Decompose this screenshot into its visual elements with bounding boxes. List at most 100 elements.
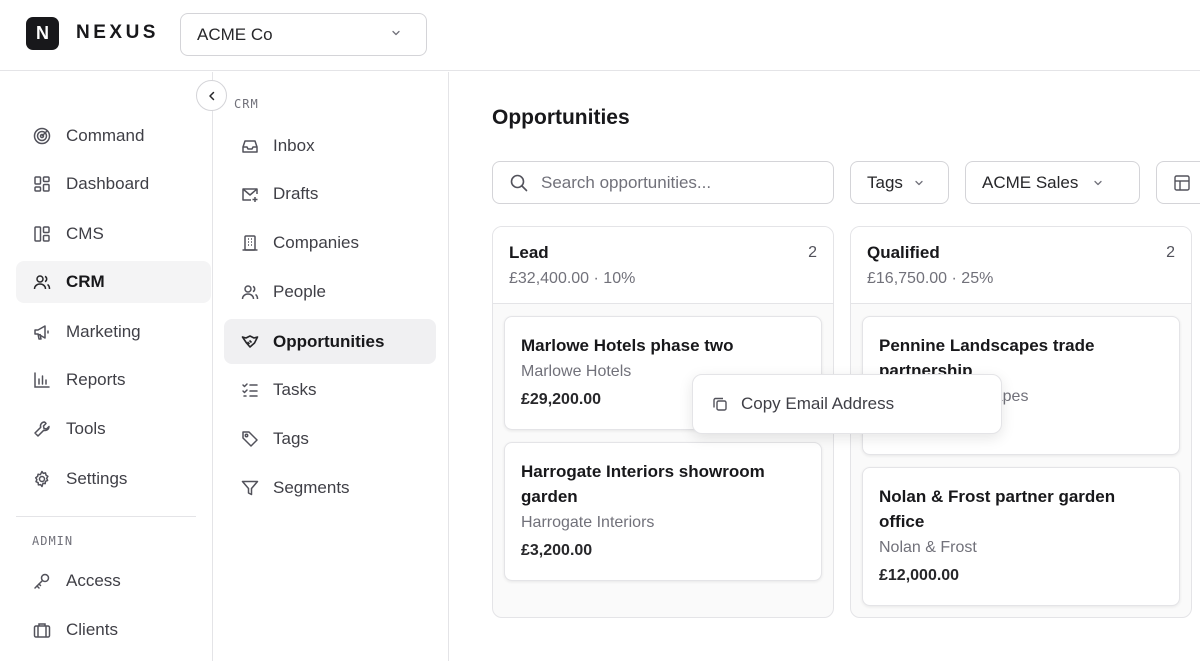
key-icon xyxy=(32,571,52,591)
crm-section-label: CRM xyxy=(234,97,259,111)
view-toggle-button[interactable] xyxy=(1156,161,1200,204)
brand-name: NEXUS xyxy=(76,22,159,43)
sidebar-item-settings[interactable]: Settings xyxy=(16,458,211,500)
sidebar-item-label: Reports xyxy=(66,370,126,389)
tags-filter-label: Tags xyxy=(867,172,903,192)
sidebar-item-reports[interactable]: Reports xyxy=(16,359,211,401)
opportunity-card[interactable]: Nolan & Frost partner garden office Nola… xyxy=(862,467,1180,606)
chevron-down-icon xyxy=(390,27,402,39)
subnav-item-segments[interactable]: Segments xyxy=(224,465,436,510)
sidebar-item-label: CRM xyxy=(66,272,105,291)
sidebar-divider xyxy=(16,516,196,517)
main-sidebar: Command Dashboard CMS CRM Marketing Repo… xyxy=(0,72,213,661)
card-company: Harrogate Interiors xyxy=(521,514,655,531)
layout-panels-icon xyxy=(32,224,52,244)
subnav-item-companies[interactable]: Companies xyxy=(224,220,436,265)
column-summary: £32,400.00 · 10% xyxy=(509,270,636,287)
sidebar-item-label: Tools xyxy=(66,419,106,438)
sidebar-item-label: Command xyxy=(66,126,145,145)
chevron-down-icon xyxy=(1092,177,1104,189)
card-amount: £3,200.00 xyxy=(521,542,593,559)
subnav-item-label: Companies xyxy=(273,232,359,252)
gear-icon xyxy=(32,469,52,489)
users-icon xyxy=(240,282,260,302)
sidebar-item-crm[interactable]: CRM xyxy=(16,261,211,303)
menu-item-label: Copy Email Address xyxy=(741,394,895,413)
search-box xyxy=(492,161,834,204)
subnav-item-drafts[interactable]: Drafts xyxy=(224,171,436,216)
sidebar-item-label: Clients xyxy=(66,620,118,639)
column-header: Lead 2 £32,400.00 · 10% xyxy=(493,227,833,304)
copy-email-menu-item[interactable]: Copy Email Address xyxy=(698,380,996,428)
briefcase-icon xyxy=(32,620,52,640)
building-icon xyxy=(240,233,260,253)
table-layout-icon xyxy=(1173,174,1191,192)
team-filter-label: ACME Sales xyxy=(982,172,1079,192)
radar-icon xyxy=(32,126,52,146)
column-count: 2 xyxy=(1166,244,1175,261)
sidebar-item-label: CMS xyxy=(66,224,104,243)
subnav-item-tasks[interactable]: Tasks xyxy=(224,367,436,412)
column-header: Qualified 2 £16,750.00 · 25% xyxy=(851,227,1191,304)
sidebar-item-clients[interactable]: Clients xyxy=(16,609,211,651)
context-menu: Copy Email Address xyxy=(692,374,1002,434)
megaphone-icon xyxy=(32,322,52,342)
sidebar-item-dashboard[interactable]: Dashboard xyxy=(16,163,211,205)
crm-subnav: CRM Inbox Drafts Companies People Opport… xyxy=(213,72,449,661)
sidebar-item-label: Access xyxy=(66,571,121,590)
column-count: 2 xyxy=(808,244,817,261)
sidebar-item-label: Marketing xyxy=(66,322,141,341)
dashboard-grid-icon xyxy=(32,174,52,194)
card-amount: £12,000.00 xyxy=(879,567,960,584)
admin-section-label: ADMIN xyxy=(32,534,74,548)
mail-draft-icon xyxy=(240,184,260,204)
subnav-item-inbox[interactable]: Inbox xyxy=(224,123,436,168)
column-title: Qualified xyxy=(867,243,940,262)
subnav-item-label: Tasks xyxy=(273,379,317,399)
opportunity-card[interactable]: Harrogate Interiors showroom garden Harr… xyxy=(504,442,822,581)
subnav-item-opportunities[interactable]: Opportunities xyxy=(224,319,436,364)
sidebar-item-label: Settings xyxy=(66,469,128,488)
sidebar-item-tools[interactable]: Tools xyxy=(16,408,211,450)
org-selector-value: ACME Co xyxy=(197,24,273,44)
team-filter-dropdown[interactable]: ACME Sales xyxy=(965,161,1140,204)
subnav-item-label: Segments xyxy=(273,477,350,497)
sidebar-item-command[interactable]: Command xyxy=(16,115,211,157)
card-title: Marlowe Hotels phase two xyxy=(521,336,734,355)
subnav-item-tags[interactable]: Tags xyxy=(224,416,436,461)
sidebar-item-cms[interactable]: CMS xyxy=(16,213,211,255)
handshake-icon xyxy=(240,332,260,352)
subnav-item-label: People xyxy=(273,281,326,301)
search-icon xyxy=(509,173,529,193)
search-input[interactable] xyxy=(541,172,811,193)
logo-letter: N xyxy=(36,23,49,43)
sidebar-item-access[interactable]: Access xyxy=(16,560,211,602)
org-selector[interactable]: ACME Co xyxy=(180,13,427,56)
column-summary: £16,750.00 · 25% xyxy=(867,270,994,287)
subnav-item-people[interactable]: People xyxy=(224,269,436,314)
bar-chart-icon xyxy=(32,370,52,390)
subnav-item-label: Inbox xyxy=(273,135,315,155)
checklist-icon xyxy=(240,380,260,400)
card-title: Nolan & Frost partner garden office xyxy=(879,487,1116,531)
sidebar-item-marketing[interactable]: Marketing xyxy=(16,311,211,353)
top-bar: N NEXUS ACME Co xyxy=(0,0,1200,71)
copy-icon xyxy=(710,394,730,414)
collapse-sidebar-button[interactable] xyxy=(196,80,227,111)
subnav-item-label: Drafts xyxy=(273,183,319,203)
card-title: Harrogate Interiors showroom garden xyxy=(521,462,765,506)
wrench-icon xyxy=(32,419,52,439)
chevron-left-icon xyxy=(206,90,218,102)
chevron-down-icon xyxy=(913,177,925,189)
sidebar-item-label: Dashboard xyxy=(66,174,150,193)
subnav-item-label: Opportunities xyxy=(273,331,385,351)
filter-icon xyxy=(240,478,260,498)
inbox-icon xyxy=(240,136,260,156)
column-title: Lead xyxy=(509,243,549,262)
subnav-item-label: Tags xyxy=(273,428,309,448)
logo[interactable]: N xyxy=(26,17,59,50)
users-icon xyxy=(32,272,52,292)
tags-filter-dropdown[interactable]: Tags xyxy=(850,161,949,204)
tag-icon xyxy=(240,429,260,449)
card-company: Nolan & Frost xyxy=(879,539,977,556)
